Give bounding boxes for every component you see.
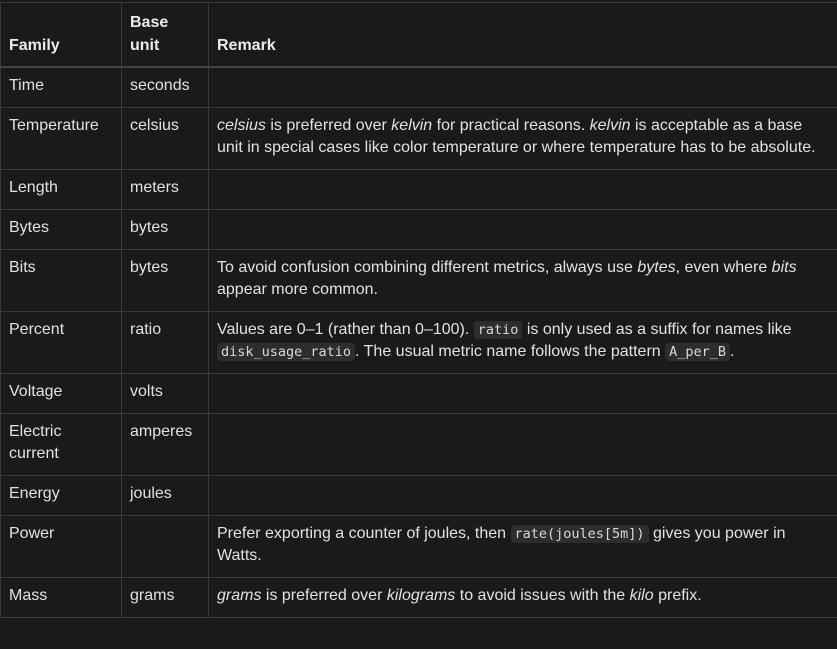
remark-cell xyxy=(209,413,837,475)
family-line: current xyxy=(9,445,59,462)
remark-emphasis: kilo xyxy=(630,587,654,604)
header-base-unit: Base unit xyxy=(122,3,209,68)
unit-cell: seconds xyxy=(122,67,209,107)
remark-cell: grams is preferred over kilograms to avo… xyxy=(209,577,837,617)
remark-code: rate(joules[5m]) xyxy=(511,525,649,543)
unit-cell: amperes xyxy=(122,413,209,475)
remark-text: Prefer exporting a counter of joules, th… xyxy=(217,525,511,542)
table-row: Bytes bytes xyxy=(1,209,837,249)
table-row: Percent ratio Values are 0–1 (rather tha… xyxy=(1,311,837,373)
family-cell: Electric current xyxy=(1,413,122,475)
header-remark: Remark xyxy=(209,3,837,68)
remark-text: is preferred over xyxy=(261,587,386,604)
family-cell: Time xyxy=(1,67,122,107)
remark-emphasis: bits xyxy=(772,259,797,276)
table-row: Energy joules xyxy=(1,475,837,515)
remark-emphasis: kelvin xyxy=(590,117,631,134)
family-cell: Bytes xyxy=(1,209,122,249)
remark-cell xyxy=(209,373,837,413)
unit-cell: grams xyxy=(122,577,209,617)
header-base-unit-line2: unit xyxy=(130,37,159,54)
unit-cell: meters xyxy=(122,169,209,209)
family-cell: Percent xyxy=(1,311,122,373)
remark-cell: celsius is preferred over kelvin for pra… xyxy=(209,107,837,169)
remark-emphasis: grams xyxy=(217,587,261,604)
remark-cell xyxy=(209,475,837,515)
family-cell: Length xyxy=(1,169,122,209)
table-row: Temperature celsius celsius is preferred… xyxy=(1,107,837,169)
remark-text: To avoid confusion combining different m… xyxy=(217,259,637,276)
remark-emphasis: bytes xyxy=(637,259,675,276)
unit-cell: joules xyxy=(122,475,209,515)
table-row: Electric current amperes xyxy=(1,413,837,475)
family-line: Electric xyxy=(9,423,61,440)
remark-emphasis: celsius xyxy=(217,117,266,134)
remark-text: for practical reasons. xyxy=(432,117,589,134)
remark-text: appear more common. xyxy=(217,281,378,298)
remark-cell xyxy=(209,169,837,209)
remark-code: disk_usage_ratio xyxy=(217,343,355,361)
units-table: Family Base unit Remark Time seconds Temp… xyxy=(0,2,837,618)
table-row: Mass grams grams is preferred over kilog… xyxy=(1,577,837,617)
family-cell: Mass xyxy=(1,577,122,617)
remark-emphasis: kelvin xyxy=(391,117,432,134)
unit-cell xyxy=(122,515,209,577)
header-base-unit-line1: Base xyxy=(130,14,168,31)
remark-text: , even where xyxy=(676,259,772,276)
remark-text: Values are 0–1 (rather than 0–100). xyxy=(217,321,474,338)
remark-cell xyxy=(209,209,837,249)
unit-cell: bytes xyxy=(122,209,209,249)
remark-cell xyxy=(209,67,837,107)
remark-emphasis: kilograms xyxy=(387,587,455,604)
table-row: Length meters xyxy=(1,169,837,209)
family-cell: Temperature xyxy=(1,107,122,169)
unit-cell: ratio xyxy=(122,311,209,373)
unit-cell: celsius xyxy=(122,107,209,169)
remark-text: is preferred over xyxy=(266,117,391,134)
family-cell: Energy xyxy=(1,475,122,515)
table-row: Power Prefer exporting a counter of joul… xyxy=(1,515,837,577)
table-row: Voltage volts xyxy=(1,373,837,413)
family-cell: Voltage xyxy=(1,373,122,413)
unit-cell: volts xyxy=(122,373,209,413)
remark-code: A_per_B xyxy=(665,343,730,361)
table-header-row: Family Base unit Remark xyxy=(1,3,837,68)
table-row: Bits bytes To avoid confusion combining … xyxy=(1,249,837,311)
remark-cell: Prefer exporting a counter of joules, th… xyxy=(209,515,837,577)
header-family: Family xyxy=(1,3,122,68)
family-cell: Bits xyxy=(1,249,122,311)
remark-text: to avoid issues with the xyxy=(455,587,629,604)
table-row: Time seconds xyxy=(1,67,837,107)
remark-text: is only used as a suffix for names like xyxy=(522,321,791,338)
remark-text: prefix. xyxy=(654,587,702,604)
remark-text: . The usual metric name follows the patt… xyxy=(355,343,665,360)
remark-text: . xyxy=(730,343,734,360)
family-cell: Power xyxy=(1,515,122,577)
remark-code: ratio xyxy=(474,321,523,339)
remark-cell: To avoid confusion combining different m… xyxy=(209,249,837,311)
unit-cell: bytes xyxy=(122,249,209,311)
remark-cell: Values are 0–1 (rather than 0–100). rati… xyxy=(209,311,837,373)
